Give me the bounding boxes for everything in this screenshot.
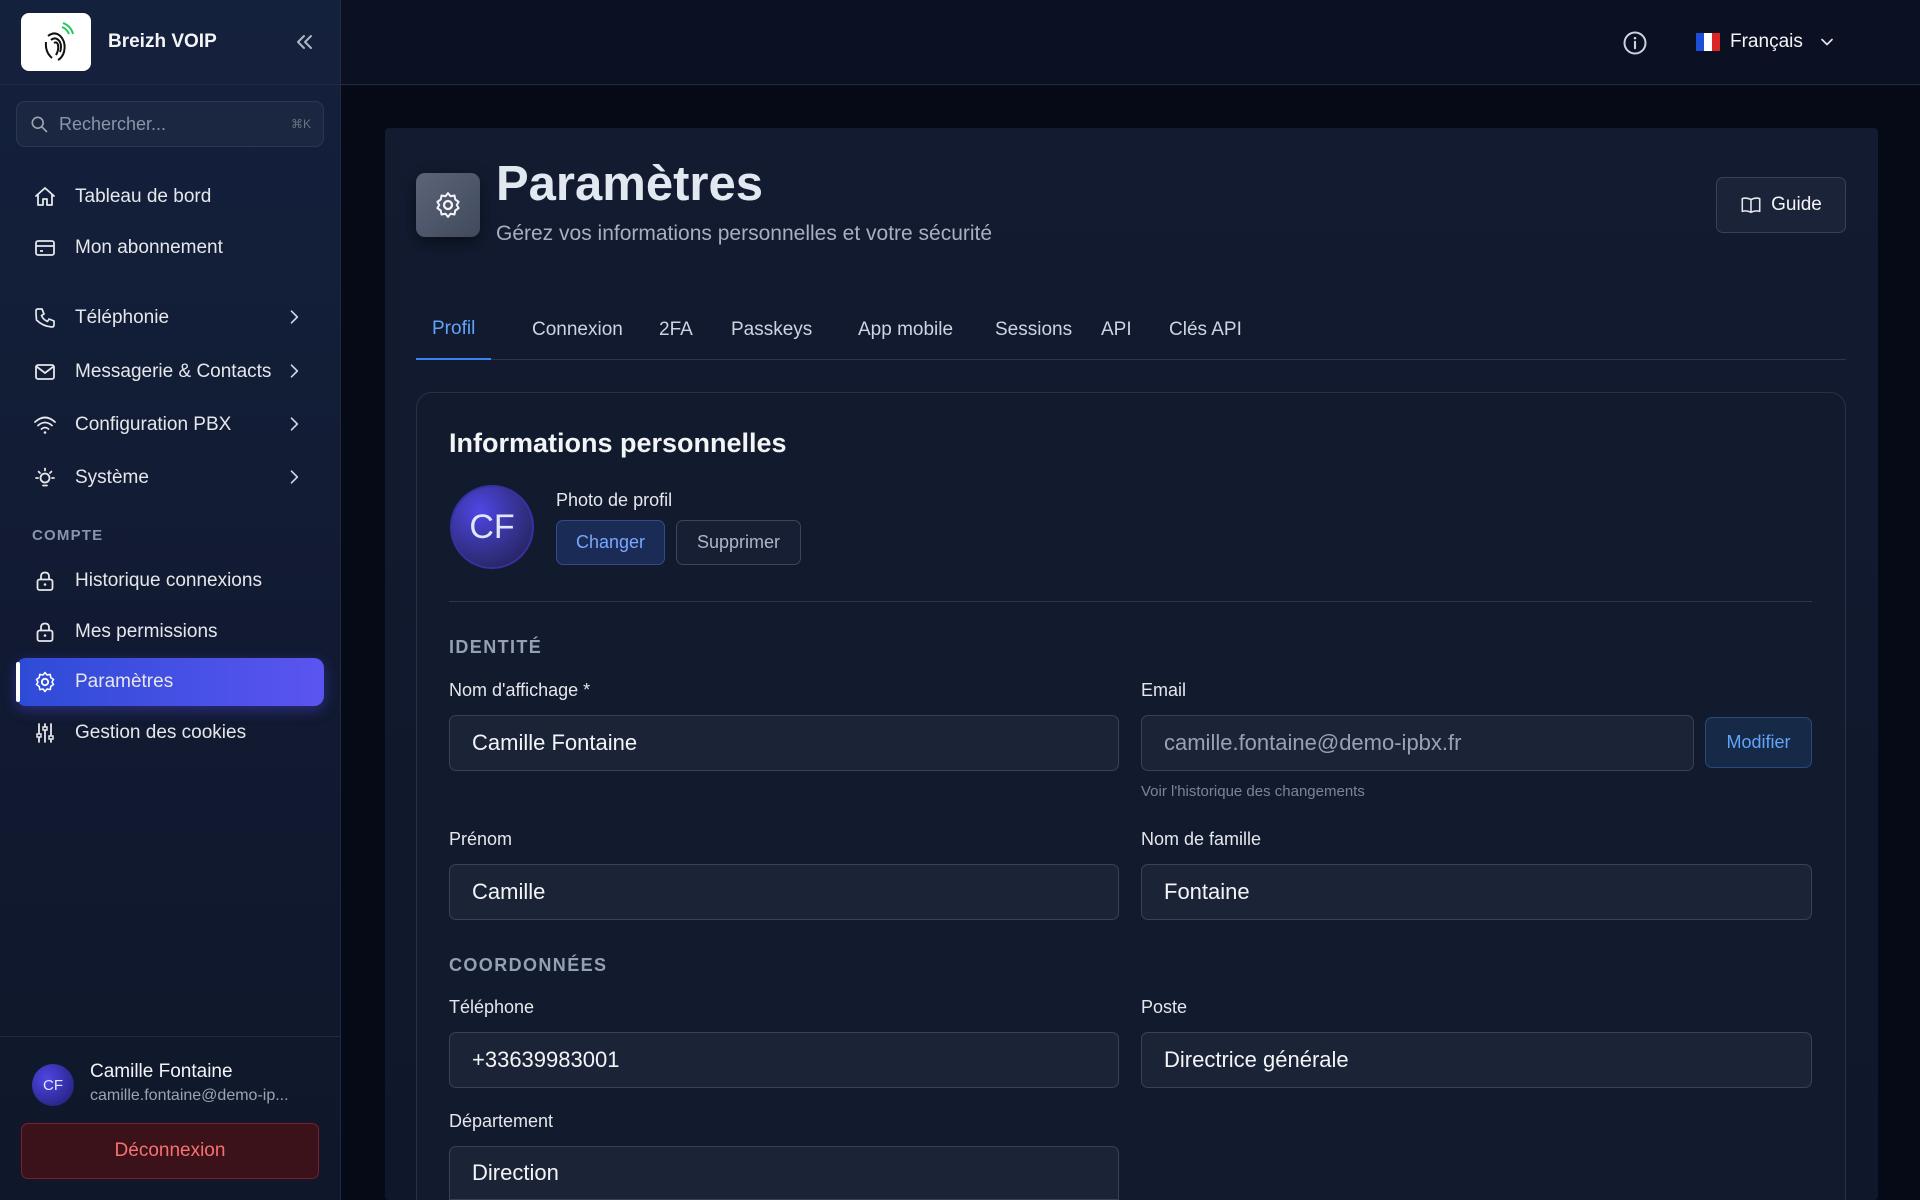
lock-icon xyxy=(32,568,58,594)
divider xyxy=(449,601,1812,602)
wifi-icon xyxy=(32,412,58,438)
sidebar-item-subscription[interactable]: Mon abonnement xyxy=(16,224,324,272)
fingerprint-logo-icon xyxy=(44,22,74,61)
phone-field[interactable] xyxy=(449,1032,1119,1088)
sliders-icon xyxy=(32,720,58,746)
card-title: Informations personnelles xyxy=(449,428,787,458)
lightbulb-icon xyxy=(32,465,58,491)
gear-icon xyxy=(436,192,460,218)
guide-label: Guide xyxy=(1771,194,1822,215)
sidebar: Breizh VOIP ⌘K Tableau de bord Mon abonn… xyxy=(0,0,341,1200)
sidebar-item-label: Tableau de bord xyxy=(75,186,212,207)
page-title: Paramètres xyxy=(496,157,763,211)
sidebar-item-label: Messagerie & Contacts xyxy=(75,361,272,382)
position-label: Poste xyxy=(1141,997,1188,1017)
sidebar-item-label: Système xyxy=(75,467,149,488)
sidebar-item-settings[interactable]: Paramètres xyxy=(16,658,324,706)
department-label: Département xyxy=(449,1111,554,1131)
chevron-right-icon xyxy=(290,417,299,431)
sidebar-item-dashboard[interactable]: Tableau de bord xyxy=(16,173,324,221)
photo-label: Photo de profil xyxy=(556,490,673,510)
sidebar-item-pbx-config[interactable]: Configuration PBX xyxy=(16,401,324,449)
phone-icon xyxy=(32,305,58,331)
sidebar-item-cookies[interactable]: Gestion des cookies xyxy=(16,709,324,757)
email-field[interactable] xyxy=(1141,715,1694,771)
phone-label: Téléphone xyxy=(449,997,535,1017)
display-name-field[interactable] xyxy=(449,715,1119,771)
delete-photo-button[interactable]: Supprimer xyxy=(676,520,801,565)
sidebar-section-label: COMPTE xyxy=(32,527,104,544)
french-flag-icon xyxy=(1696,33,1720,51)
search-box[interactable]: ⌘K xyxy=(16,101,324,147)
sidebar-item-label: Paramètres xyxy=(75,671,174,692)
gear-icon xyxy=(32,669,58,695)
info-button[interactable] xyxy=(1621,29,1649,57)
last-name-field[interactable] xyxy=(1141,864,1812,920)
language-selector[interactable]: Français xyxy=(1696,26,1837,58)
sidebar-item-label: Mon abonnement xyxy=(75,237,223,258)
first-name-label: Prénom xyxy=(449,829,513,849)
tab-passkeys[interactable]: Passkeys xyxy=(715,300,828,360)
email-history-link[interactable]: Voir l'historique des changements xyxy=(1141,783,1365,800)
top-bar: Français xyxy=(341,0,1920,85)
sidebar-item-label: Mes permissions xyxy=(75,621,218,642)
contact-section-label: COORDONNÉES xyxy=(449,955,608,975)
credit-card-icon xyxy=(32,235,58,261)
book-open-icon xyxy=(1741,197,1761,214)
search-input[interactable] xyxy=(58,113,291,135)
settings-tabs: Profil Connexion 2FA Passkeys App mobile… xyxy=(416,300,1846,360)
language-label: Français xyxy=(1730,31,1803,52)
chevron-down-icon xyxy=(1821,38,1833,46)
brand-header: Breizh VOIP xyxy=(0,0,340,85)
collapse-sidebar-button[interactable] xyxy=(290,28,318,56)
last-name-label: Nom de famille xyxy=(1141,829,1262,849)
info-icon xyxy=(1623,31,1647,55)
lock-icon xyxy=(32,619,58,645)
email-label: Email xyxy=(1141,680,1187,700)
tab-mobile-app[interactable]: App mobile xyxy=(842,300,969,360)
sidebar-item-label: Gestion des cookies xyxy=(75,722,247,743)
tab-sessions[interactable]: Sessions xyxy=(979,300,1088,360)
sidebar-item-telephony[interactable]: Téléphonie xyxy=(16,294,324,342)
identity-section-label: IDENTITÉ xyxy=(449,637,543,657)
department-field[interactable] xyxy=(449,1146,1119,1200)
tab-2fa[interactable]: 2FA xyxy=(643,300,709,360)
position-field[interactable] xyxy=(1141,1032,1812,1088)
sidebar-item-label: Téléphonie xyxy=(75,307,170,328)
tab-api-keys[interactable]: Clés API xyxy=(1153,300,1258,360)
user-email: camille.fontaine@demo-ip... xyxy=(90,1087,289,1104)
tab-profile[interactable]: Profil xyxy=(416,300,492,360)
user-name: Camille Fontaine xyxy=(90,1061,233,1082)
brand-name: Breizh VOIP xyxy=(108,31,217,52)
first-name-field[interactable] xyxy=(449,864,1119,920)
profile-avatar: CF xyxy=(450,485,534,569)
avatar[interactable]: CF xyxy=(32,1064,74,1106)
tab-api[interactable]: API xyxy=(1085,300,1148,360)
search-shortcut: ⌘K xyxy=(290,117,311,131)
sidebar-item-login-history[interactable]: Historique connexions xyxy=(16,557,324,605)
sidebar-item-permissions[interactable]: Mes permissions xyxy=(16,608,324,656)
guide-button[interactable]: Guide xyxy=(1716,177,1846,233)
sidebar-item-messaging-contacts[interactable]: Messagerie & Contacts xyxy=(16,348,324,396)
chevron-right-icon xyxy=(290,364,299,378)
sidebar-item-label: Historique connexions xyxy=(75,570,262,591)
display-name-label: Nom d'affichage * xyxy=(449,680,591,700)
tab-connection[interactable]: Connexion xyxy=(516,300,639,360)
sidebar-item-label: Configuration PBX xyxy=(75,414,232,435)
settings-page-icon xyxy=(416,173,480,237)
logout-button[interactable]: Déconnexion xyxy=(21,1123,319,1179)
modify-email-button[interactable]: Modifier xyxy=(1705,717,1812,768)
sidebar-item-system[interactable]: Système xyxy=(16,454,324,502)
user-panel: CF Camille Fontaine camille.fontaine@dem… xyxy=(0,1036,340,1200)
home-icon xyxy=(32,184,58,210)
search-icon xyxy=(31,116,48,133)
chevron-right-icon xyxy=(290,470,299,484)
chevron-right-icon xyxy=(290,310,299,324)
change-photo-button[interactable]: Changer xyxy=(556,520,665,565)
double-chevron-left-icon xyxy=(297,35,312,49)
mail-icon xyxy=(32,359,58,385)
page-subtitle: Gérez vos informations personnelles et v… xyxy=(496,222,993,245)
brand-logo[interactable] xyxy=(21,13,91,71)
